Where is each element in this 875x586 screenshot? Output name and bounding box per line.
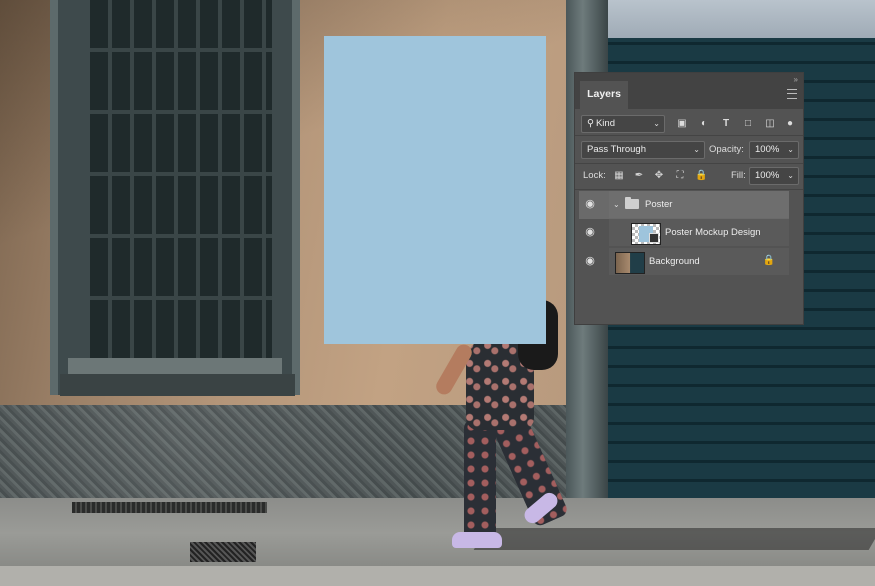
lock-row: Lock: ▦ ✒ ✥ ⛶ 🔒 Fill: 100% ⌄ bbox=[575, 167, 803, 187]
lock-pixels-icon[interactable]: ✒ bbox=[633, 169, 645, 183]
layer-name: Poster bbox=[645, 199, 673, 210]
poster-mockup[interactable] bbox=[324, 36, 546, 344]
lock-transparent-icon[interactable]: ▦ bbox=[613, 169, 625, 183]
opacity-value: 100% bbox=[755, 144, 780, 155]
lock-all-icon[interactable]: 🔒 bbox=[695, 169, 707, 183]
divider bbox=[575, 189, 803, 190]
person-leg bbox=[464, 420, 496, 540]
shape-icon[interactable]: □ bbox=[741, 117, 755, 131]
sky bbox=[606, 0, 875, 38]
layer-thumbnail bbox=[615, 252, 645, 274]
lock-position-icon[interactable]: ✥ bbox=[653, 169, 665, 183]
eye-icon[interactable]: ◉ bbox=[583, 199, 597, 210]
kind-label: Kind bbox=[595, 118, 615, 129]
blend-row: Pass Through ⌄ Opacity: 100% ⌄ bbox=[575, 141, 803, 161]
drain-grate-small bbox=[190, 542, 256, 562]
folder-icon bbox=[625, 197, 639, 209]
lock-artboard-icon[interactable]: ⛶ bbox=[674, 169, 686, 183]
curb bbox=[0, 566, 875, 586]
window-bars bbox=[90, 0, 272, 358]
chevron-down-icon: ⌄ bbox=[653, 119, 660, 128]
panel-header: » Layers bbox=[575, 73, 803, 109]
smart-object-icon[interactable]: ◫ bbox=[763, 117, 777, 131]
window-sill bbox=[68, 358, 282, 374]
person-shoe bbox=[452, 532, 502, 548]
divider bbox=[575, 135, 803, 136]
panel-collapse-icon[interactable]: » bbox=[794, 75, 799, 84]
chevron-down-icon: ⌄ bbox=[693, 145, 700, 154]
search-icon: ⚲ bbox=[587, 118, 594, 129]
eye-icon[interactable]: ◉ bbox=[583, 227, 597, 238]
blend-mode-select[interactable]: Pass Through ⌄ bbox=[581, 141, 705, 159]
layer-row-background[interactable]: ◉ Background 🔒 bbox=[579, 248, 789, 276]
filter-row: ⚲ Kind ⌄ ▣ ◐ T □ ◫ ● bbox=[575, 115, 803, 135]
layer-name: Poster Mockup Design bbox=[665, 227, 761, 238]
adjustment-icon[interactable]: ◐ bbox=[697, 117, 711, 131]
tab-layers[interactable]: Layers bbox=[580, 81, 628, 109]
toggle-icon[interactable]: ● bbox=[785, 117, 795, 131]
sill-shadow bbox=[60, 374, 295, 396]
opacity-label: Opacity: bbox=[709, 144, 744, 155]
drain-grate bbox=[72, 502, 267, 513]
layer-name: Background bbox=[649, 256, 700, 267]
fill-input[interactable]: 100% ⌄ bbox=[749, 167, 799, 185]
fill-value: 100% bbox=[755, 170, 780, 181]
lock-icon: 🔒 bbox=[762, 255, 775, 266]
opacity-input[interactable]: 100% ⌄ bbox=[749, 141, 799, 159]
pixel-image-icon[interactable]: ▣ bbox=[675, 117, 689, 131]
chevron-down-icon: ⌄ bbox=[787, 171, 794, 180]
hamburger-icon[interactable] bbox=[787, 89, 797, 99]
fill-label: Fill: bbox=[731, 170, 746, 181]
chevron-down-icon: ⌄ bbox=[787, 145, 794, 154]
lock-label: Lock: bbox=[583, 170, 606, 181]
smart-object-badge-icon bbox=[649, 233, 659, 243]
chevron-down-icon[interactable]: ⌄ bbox=[613, 191, 620, 218]
kind-filter-select[interactable]: ⚲ Kind ⌄ bbox=[581, 115, 665, 133]
type-icon[interactable]: T bbox=[719, 117, 733, 131]
blend-mode-value: Pass Through bbox=[587, 144, 646, 155]
eye-icon[interactable]: ◉ bbox=[583, 256, 597, 267]
divider bbox=[575, 163, 803, 164]
layer-row-poster[interactable]: ◉ ⌄ Poster bbox=[579, 191, 789, 219]
layers-panel: » Layers ⚲ Kind ⌄ ▣ ◐ T □ ◫ ● Pass Throug… bbox=[574, 72, 804, 325]
layer-row-poster-mockup-design[interactable]: ◉ Poster Mockup Design bbox=[579, 219, 789, 247]
